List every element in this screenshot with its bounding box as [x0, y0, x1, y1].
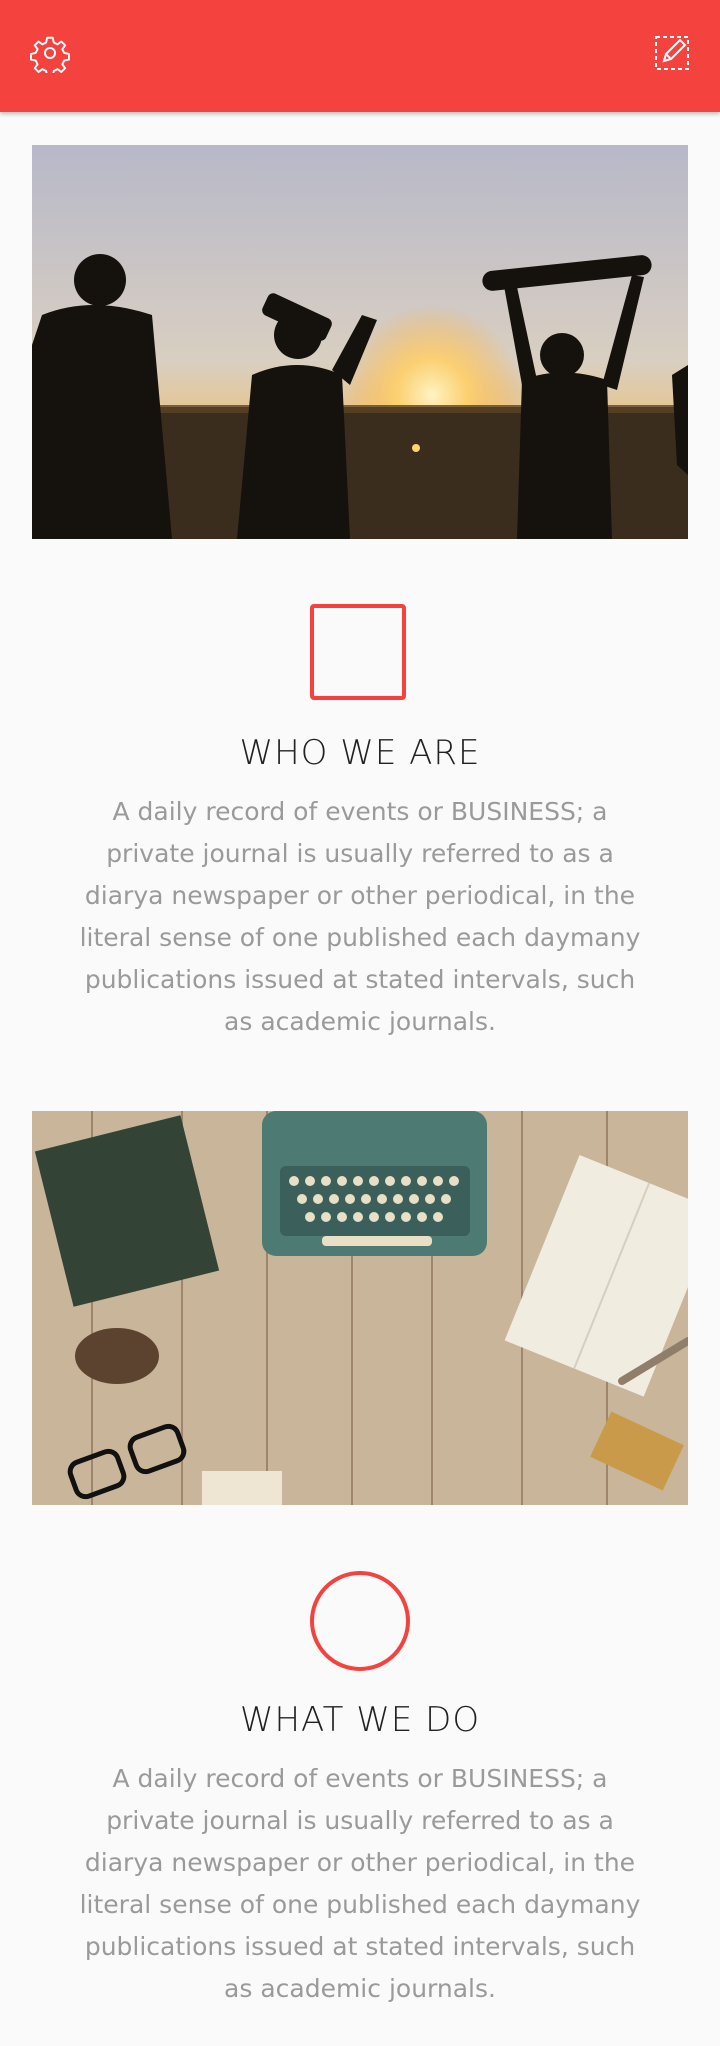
edit-button[interactable]: [650, 31, 694, 75]
settings-button[interactable]: [28, 31, 72, 75]
hero-photo-sunset: [32, 145, 688, 539]
square-outline-icon: [310, 604, 406, 700]
section-text-who-we-are: A daily record of events or BUSINESS; a …: [79, 797, 641, 1036]
edit-icon: [655, 36, 689, 70]
gear-icon: [30, 36, 70, 73]
section-text-what-we-do: A daily record of events or BUSINESS; a …: [79, 1764, 641, 2003]
app-bar: [0, 0, 720, 112]
circle-outline-icon: [310, 1571, 410, 1671]
hero-photo-typewriter: [32, 1111, 688, 1505]
section-title-who-we-are: WHO WE ARE: [239, 733, 481, 773]
section-title-what-we-do: WHAT WE DO: [239, 1700, 481, 1740]
